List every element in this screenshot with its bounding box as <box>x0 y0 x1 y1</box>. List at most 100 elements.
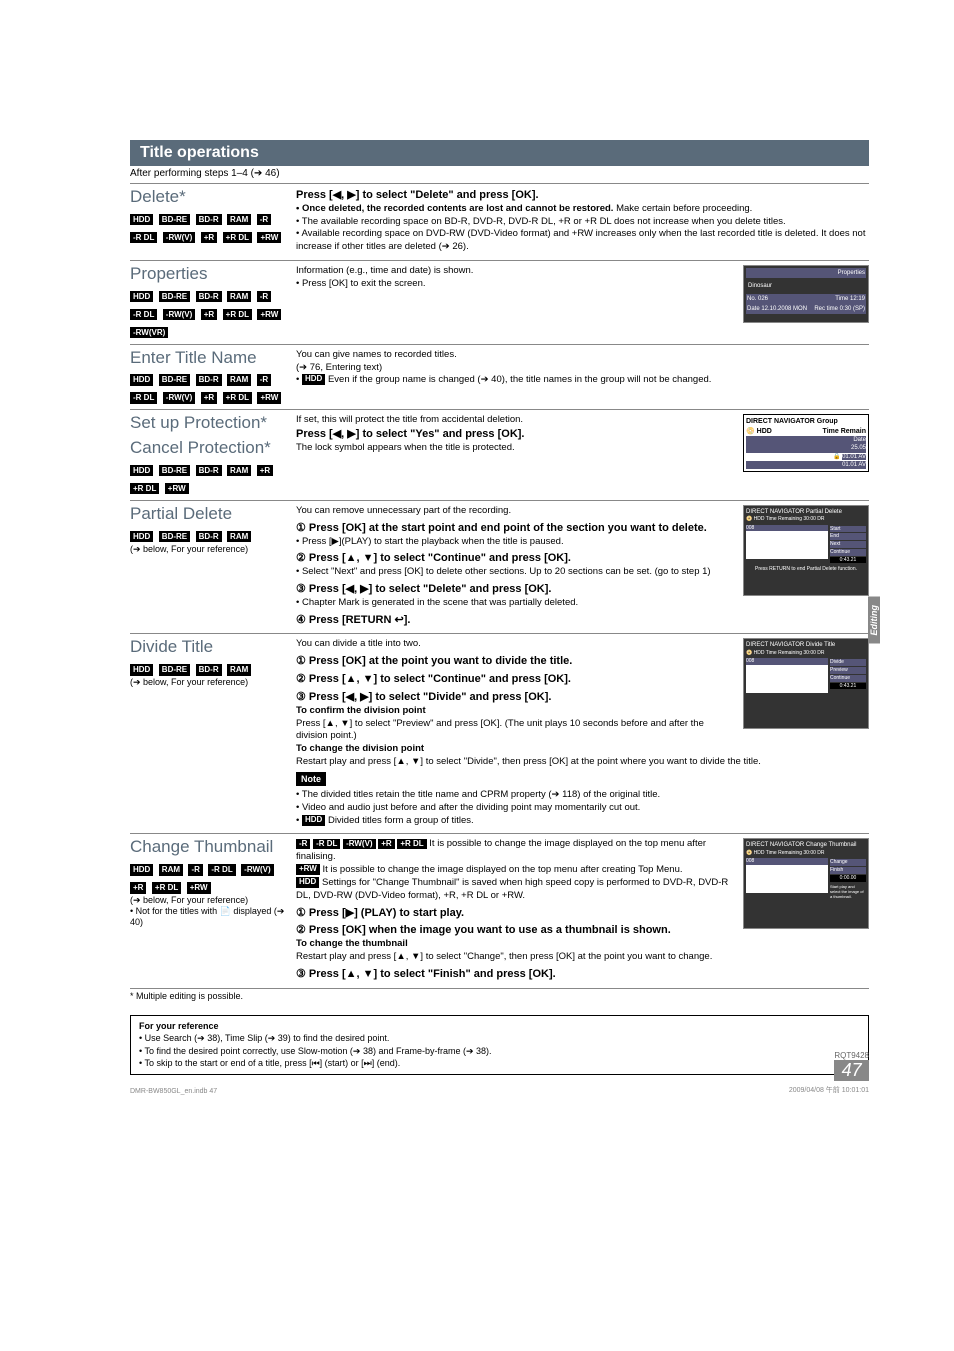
note-badge: Note <box>296 772 326 786</box>
delete-instruction: Press [◀, ▶] to select "Delete" and pres… <box>296 188 869 203</box>
divide-note-1: • The divided titles retain the title na… <box>296 789 869 802</box>
partial-badges: HDD BD-RE BD-R RAM <box>130 526 288 544</box>
badge: -R <box>188 864 202 876</box>
badge: RAM <box>227 465 251 477</box>
badge: +R <box>201 392 217 404</box>
badge: +R <box>201 232 217 244</box>
badge: -R DL <box>208 864 235 876</box>
badge: RAM <box>159 864 183 876</box>
enter-title-line: (➔ 76, Entering text) <box>296 362 869 375</box>
badge: -RW(V) <box>241 864 274 876</box>
badge: +R DL <box>223 392 252 404</box>
badge: BD-R <box>196 531 222 543</box>
divide-sub: (➔ below, For your reference) <box>130 677 288 688</box>
badge: BD-RE <box>159 374 190 386</box>
side-tab-editing: Editing <box>868 597 880 644</box>
badge: BD-RE <box>159 465 190 477</box>
page-number-block: RQT9428 47 <box>834 1051 869 1081</box>
badge: RAM <box>227 214 251 226</box>
delete-bullet: • Once deleted, the recorded contents ar… <box>296 203 869 216</box>
badge: -R <box>257 291 271 303</box>
delete-bullet: • Available recording space on DVD-RW (D… <box>296 228 869 254</box>
cancel-protection-title: Cancel Protection* <box>130 439 288 458</box>
badge: +RW <box>257 232 281 244</box>
badge: +R DL <box>152 882 181 894</box>
badge: RAM <box>227 291 251 303</box>
badge: BD-RE <box>159 664 190 676</box>
divide-change-heading: To change the division point <box>296 743 869 756</box>
thumbnail-change-body: Restart play and press [▲, ▼] to select … <box>296 951 869 964</box>
thumbnail-change-heading: To change the thumbnail <box>296 938 869 951</box>
badge: BD-RE <box>159 531 190 543</box>
badge: +R DL <box>223 309 252 321</box>
enter-title-title: Enter Title Name <box>130 349 288 368</box>
badge: -RW(V) <box>163 309 196 321</box>
row-divide-title: Divide Title HDD BD-RE BD-R RAM (➔ below… <box>130 634 869 834</box>
row-delete: Delete* HDD BD-RE BD-R RAM -R -R DL -RW(… <box>130 184 869 261</box>
badge: +R DL <box>223 232 252 244</box>
row-enter-title: Enter Title Name HDD BD-RE BD-R RAM -R -… <box>130 345 869 411</box>
badge: -R DL <box>130 392 157 404</box>
divide-change-body: Restart play and press [▲, ▼] to select … <box>296 756 869 769</box>
row-properties: Properties HDD BD-RE BD-R RAM -R -R DL -… <box>130 261 869 345</box>
thumbnail-sub2: • Not for the titles with 📄 displayed (➔… <box>130 906 288 928</box>
badge: +RW <box>165 483 189 495</box>
badge: +R DL <box>130 483 159 495</box>
thumbnail-badges: HDD RAM -R -R DL -RW(V) +R +R DL +RW <box>130 859 288 895</box>
badge: BD-R <box>196 291 222 303</box>
protection-screenshot: DIRECT NAVIGATOR Group 📀 HDDTime Remain … <box>743 414 869 472</box>
badge: HDD <box>130 291 153 303</box>
properties-screenshot: Properties Dinosaur No. 026Time 12:19 Da… <box>743 265 869 323</box>
footer-left: DMR-BW850GL_en.indb 47 <box>130 1088 217 1095</box>
divide-badges: HDD BD-RE BD-R RAM <box>130 659 288 677</box>
enter-title-line: • HDD Even if the group name is changed … <box>296 374 869 387</box>
badge: RAM <box>227 664 251 676</box>
set-protection-title: Set up Protection* <box>130 414 288 433</box>
badge: -R <box>257 374 271 386</box>
partial-screenshot: DIRECT NAVIGATOR Partial Delete 📀 HDD Ti… <box>743 505 869 596</box>
partial-sub: (➔ below, For your reference) <box>130 544 288 555</box>
page-number: 47 <box>834 1060 869 1081</box>
badge: +R <box>201 309 217 321</box>
delete-badges: HDD BD-RE BD-R RAM -R -R DL -RW(V) +R +R… <box>130 209 288 245</box>
thumbnail-title: Change Thumbnail <box>130 838 288 857</box>
enter-title-line: You can give names to recorded titles. <box>296 349 869 362</box>
badge: HDD <box>130 374 153 386</box>
refbox-line: • To skip to the start or end of a title… <box>139 1057 860 1070</box>
reference-box: For your reference • Use Search (➔ 38), … <box>130 1015 869 1075</box>
badge: HDD <box>130 664 153 676</box>
divide-note-3: • HDD Divided titles form a group of tit… <box>296 815 869 828</box>
divide-screenshot: DIRECT NAVIGATOR Divide Title 📀 HDD Time… <box>743 638 869 729</box>
badge: -RW(VR) <box>130 327 168 339</box>
badge: -R DL <box>130 232 157 244</box>
partial-step-3b: • Chapter Mark is generated in the scene… <box>296 597 869 610</box>
partial-delete-title: Partial Delete <box>130 505 288 524</box>
partial-step-4: ④ Press [RETURN ↩]. <box>296 613 869 628</box>
badge: -R <box>257 214 271 226</box>
refbox-heading: For your reference <box>139 1020 860 1033</box>
badge: BD-RE <box>159 214 190 226</box>
badge: BD-R <box>196 465 222 477</box>
badge: BD-R <box>196 374 222 386</box>
badge: HDD <box>130 465 153 477</box>
badge: HDD <box>130 864 153 876</box>
badge: RAM <box>227 531 251 543</box>
badge: RAM <box>227 374 251 386</box>
refbox-line: • To find the desired point correctly, u… <box>139 1045 860 1058</box>
badge: BD-RE <box>159 291 190 303</box>
badge: -RW(V) <box>163 232 196 244</box>
thumbnail-screenshot: DIRECT NAVIGATOR Change Thumbnail 📀 HDD … <box>743 838 869 929</box>
badge: -R DL <box>130 309 157 321</box>
badge: +R <box>257 465 273 477</box>
badge: +RW <box>187 882 211 894</box>
divide-note-2: • Video and audio just before and after … <box>296 802 869 815</box>
row-partial-delete: Partial Delete HDD BD-RE BD-R RAM (➔ bel… <box>130 501 869 635</box>
refbox-line: • Use Search (➔ 38), Time Slip (➔ 39) to… <box>139 1032 860 1045</box>
footer-right: 2009/04/08 午前 10:01:01 <box>789 1085 869 1095</box>
badge: BD-R <box>196 214 222 226</box>
after-steps: After performing steps 1–4 (➔ 46) <box>130 166 869 183</box>
row-change-thumbnail: Change Thumbnail HDD RAM -R -R DL -RW(V)… <box>130 834 869 988</box>
badge: HDD <box>130 214 153 226</box>
thumbnail-step-3: ③ Press [▲, ▼] to select "Finish" and pr… <box>296 967 869 982</box>
row-protection: Set up Protection* Cancel Protection* HD… <box>130 410 869 500</box>
